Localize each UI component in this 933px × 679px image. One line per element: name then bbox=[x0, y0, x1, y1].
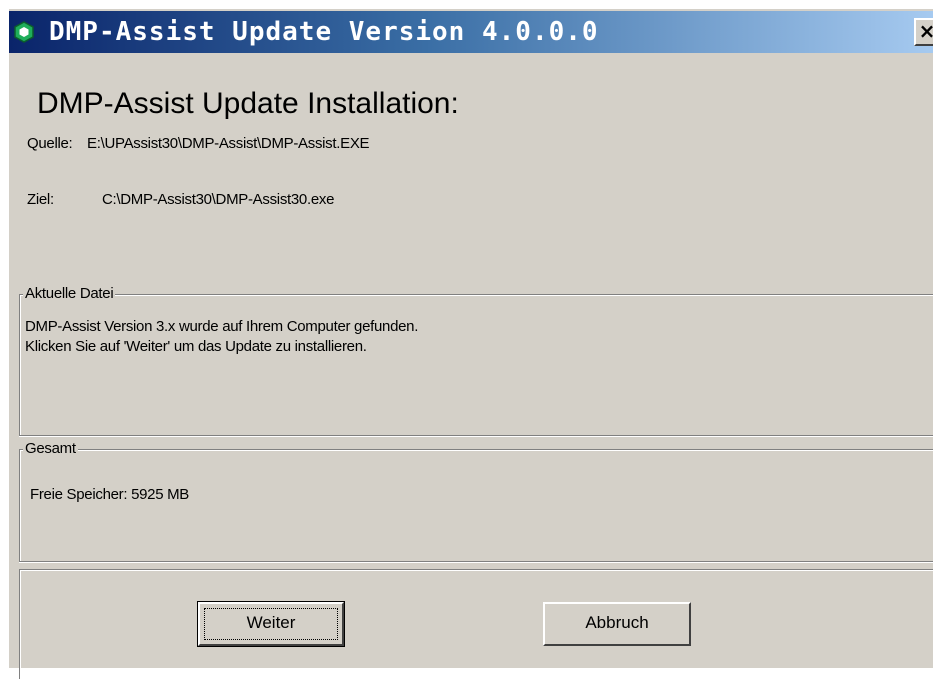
page-title: DMP-Assist Update Installation: bbox=[37, 87, 459, 120]
total-group: Gesamt Freie Speicher: 5925 MB bbox=[19, 440, 933, 562]
app-hexagon-icon bbox=[13, 21, 35, 43]
target-path: C:\DMP-Assist30\DMP-Assist30.exe bbox=[102, 191, 335, 208]
current-file-group: Aktuelle Datei DMP-Assist Version 3.x wu… bbox=[19, 285, 933, 436]
close-button[interactable]: × bbox=[914, 18, 933, 46]
instruction-message: Klicken Sie auf 'Weiter' um das Update z… bbox=[25, 338, 367, 355]
window-title: DMP-Assist Update Version 4.0.0.0 bbox=[49, 17, 599, 47]
close-icon: × bbox=[918, 19, 933, 43]
target-row: Ziel: C:\DMP-Assist30\DMP-Assist30.exe bbox=[27, 191, 334, 208]
focus-rectangle bbox=[204, 608, 338, 640]
button-panel: Weiter Abbruch bbox=[19, 569, 933, 679]
current-file-legend: Aktuelle Datei bbox=[23, 285, 116, 302]
found-message: DMP-Assist Version 3.x wurde auf Ihrem C… bbox=[25, 318, 419, 335]
group-divider bbox=[19, 435, 933, 437]
total-legend: Gesamt bbox=[23, 440, 78, 457]
source-label: Quelle: bbox=[27, 135, 73, 152]
free-memory-text: Freie Speicher: 5925 MB bbox=[30, 486, 190, 503]
dialog-window: DMP-Assist Update Version 4.0.0.0 × DMP-… bbox=[8, 8, 933, 679]
title-bar[interactable]: DMP-Assist Update Version 4.0.0.0 × bbox=[9, 11, 933, 53]
target-label: Ziel: bbox=[27, 191, 54, 208]
cancel-button-label: Abbruch bbox=[585, 613, 649, 632]
group-divider bbox=[19, 561, 933, 563]
source-path: E:\UPAssist30\DMP-Assist\DMP-Assist.EXE bbox=[87, 135, 370, 152]
next-button[interactable]: Weiter bbox=[197, 601, 345, 647]
source-row: Quelle: E:\UPAssist30\DMP-Assist\DMP-Ass… bbox=[27, 135, 370, 152]
cancel-button[interactable]: Abbruch bbox=[543, 602, 691, 646]
